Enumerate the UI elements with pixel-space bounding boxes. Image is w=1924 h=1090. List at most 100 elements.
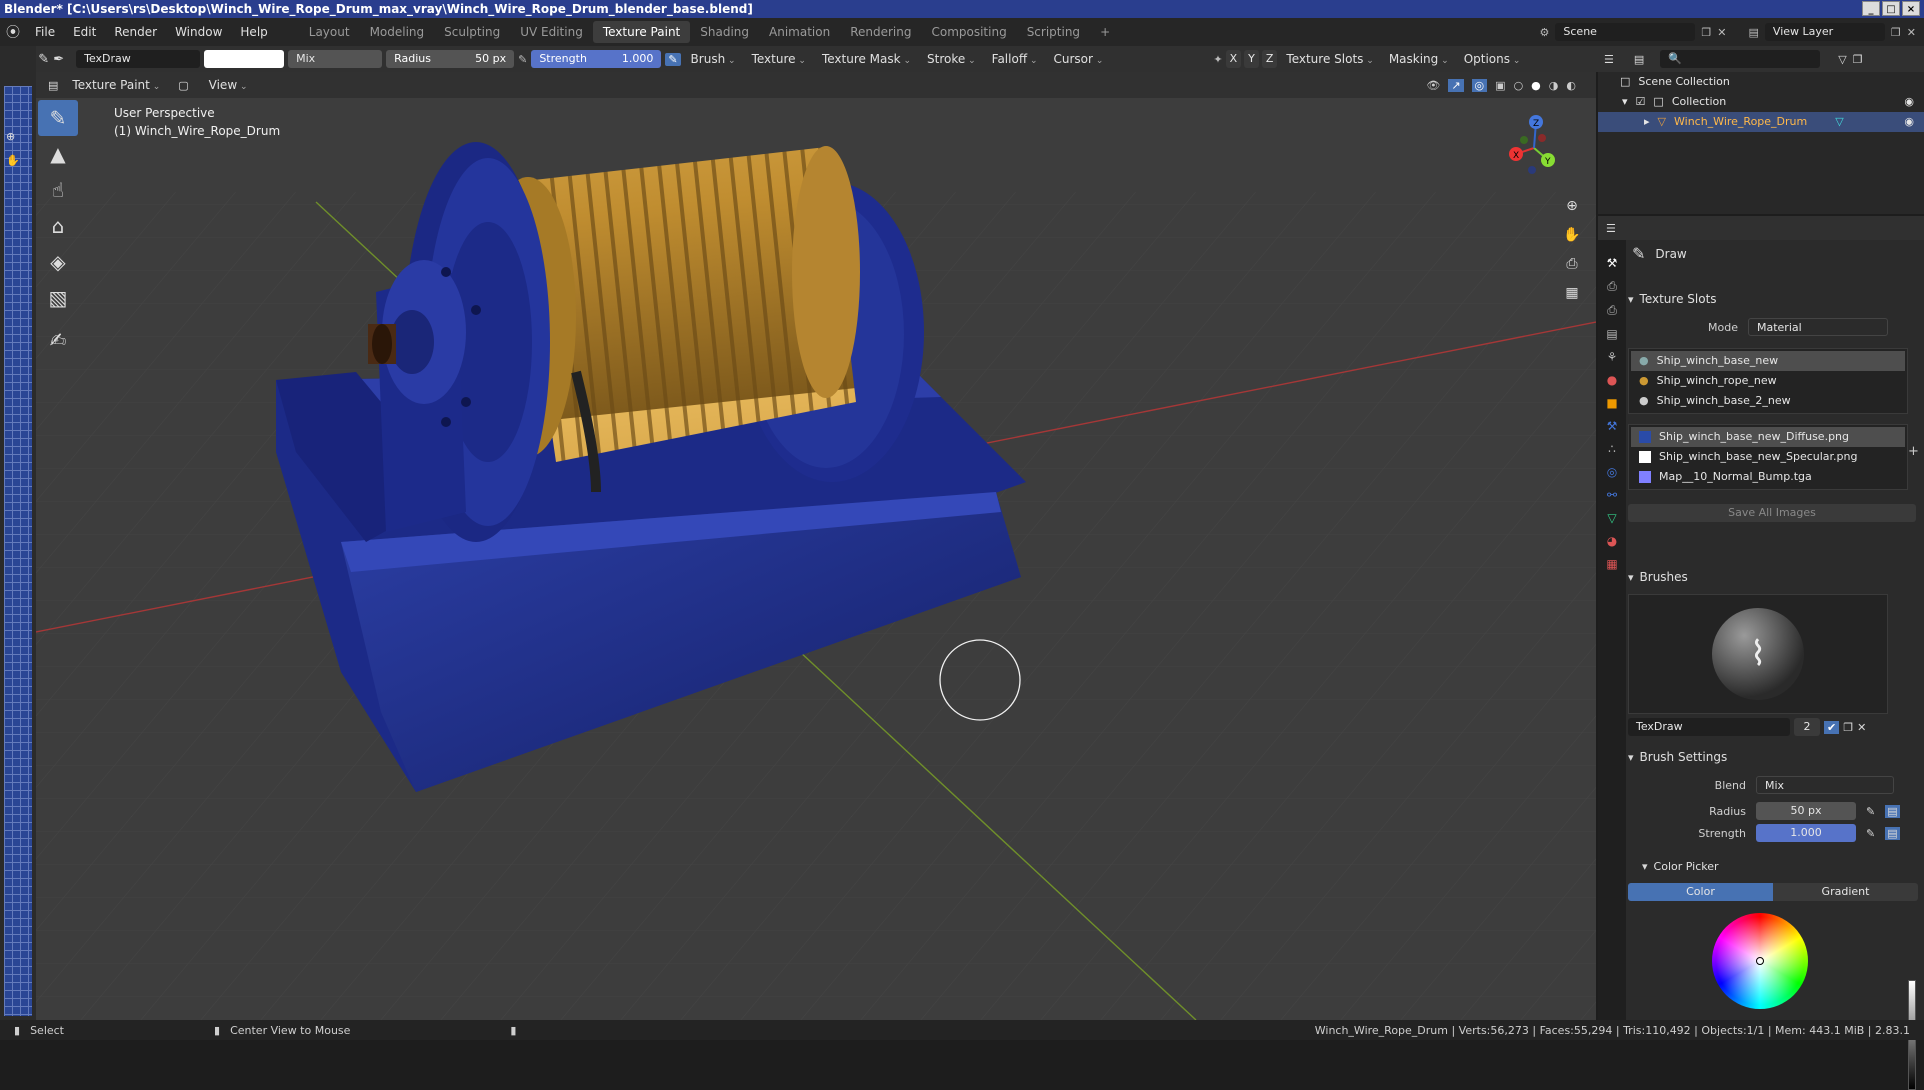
properties-editor-icon[interactable]: ☰ [1606,222,1616,235]
outliner-object-row[interactable]: ▸ ▽ Winch_Wire_Rope_Drum ▽ ◉ [1598,112,1924,132]
strength-unit-toggle-icon[interactable]: ▤ [1885,826,1900,840]
navigation-gizmo[interactable]: X Y Z [1502,110,1566,176]
ortho-toggle-icon[interactable]: ▦ [1562,279,1582,308]
brushes-header[interactable]: ▾ Brushes [1628,570,1920,584]
material-row-1[interactable]: ● Ship_winch_base_new [1631,351,1905,371]
material-row-2[interactable]: ● Ship_winch_rope_new [1631,371,1905,391]
constraints-tab-icon[interactable]: ⚯ [1607,488,1617,502]
gizmo-icon[interactable]: ↗ [1448,78,1464,92]
brush-users-count[interactable]: 2 [1794,718,1820,736]
shading-solid-icon[interactable]: ● [1531,79,1541,92]
outliner-scene-collection[interactable]: □ Scene Collection [1598,72,1924,92]
annotate-tool[interactable]: ✍ [38,322,78,358]
scene-icon[interactable]: ⚙ [1540,26,1550,39]
new-collection-icon[interactable]: ❐ [1853,53,1863,66]
tab-texture-paint[interactable]: Texture Paint [592,21,691,43]
strength-slider[interactable]: Strength 1.000 [531,50,662,68]
fill-tool[interactable]: ◈ [38,244,78,280]
close-button[interactable]: × [1902,1,1920,16]
shading-rendered-icon[interactable]: ◐ [1566,79,1576,92]
radius-slider[interactable]: Radius 50 px [386,50,515,68]
color-picker-header[interactable]: ▾ Color Picker [1628,860,1920,873]
mode-icon[interactable]: ▤ [48,79,58,92]
symmetry-icon[interactable]: ✦ [1213,53,1222,66]
add-workspace-button[interactable]: + [1090,21,1120,43]
tool-tab-icon[interactable]: ⚒ [1607,256,1618,270]
tool-icon[interactable]: ✎ [38,52,49,67]
new-scene-icon[interactable]: ❐ [1701,26,1711,39]
camera-view-icon[interactable]: ⎙ [1562,250,1582,279]
tab-gradient[interactable]: Gradient [1773,883,1918,901]
view-menu[interactable]: View [203,78,254,92]
blend-select[interactable]: Mix [1756,776,1894,794]
mode-select[interactable]: Material [1748,318,1888,336]
object-eye-icon[interactable]: ◉ [1904,112,1914,132]
smear-tool[interactable]: ☝ [38,172,78,208]
brush-name-field[interactable]: TexDraw [76,50,201,68]
radius-unit-toggle-icon[interactable]: ▤ [1885,804,1900,818]
brush-settings-header[interactable]: ▾ Brush Settings [1628,750,1920,764]
brush-datablock-field[interactable]: TexDraw [1628,718,1790,736]
outliner-editor-icon[interactable]: ☰ [1604,53,1614,66]
zoom-view-icon[interactable]: ⊕ [1562,192,1582,221]
collection-eye-icon[interactable]: ◉ [1904,92,1914,112]
tab-layout[interactable]: Layout [299,21,360,43]
expand-object-icon[interactable]: ▸ [1644,112,1650,132]
fake-user-shield-icon[interactable]: ✔ [1824,720,1840,734]
overlays-icon[interactable]: ◎ [1471,78,1488,92]
menu-stroke[interactable]: Stroke [921,52,982,66]
outliner-collection[interactable]: ▾ ☑ □ Collection ◉ [1598,92,1924,112]
viewport-scene[interactable] [36,72,1596,1020]
outliner-search-input[interactable]: 🔍 [1660,50,1821,68]
brush-preview[interactable]: ⌇ [1628,594,1888,714]
radius-setting-slider[interactable]: 50 px [1756,802,1856,820]
world-tab-icon[interactable]: ● [1607,373,1617,387]
material-row-3[interactable]: ● Ship_winch_base_2_new [1631,391,1905,411]
clone-tool[interactable]: ⌂ [38,208,78,244]
data-tab-icon[interactable]: ▽ [1607,511,1616,525]
view-layer-tab-icon[interactable]: ▤ [1606,327,1617,341]
mask-toggle-icon[interactable]: ▢ [178,79,188,92]
brush-color-swatch[interactable] [204,50,285,68]
shading-wireframe-icon[interactable]: ○ [1514,79,1524,92]
maximize-button[interactable]: □ [1882,1,1900,16]
menu-brush[interactable]: Brush [685,52,742,66]
menu-help[interactable]: Help [231,25,276,39]
tab-scripting[interactable]: Scripting [1017,21,1090,43]
menu-edit[interactable]: Edit [64,25,105,39]
tab-shading[interactable]: Shading [690,21,759,43]
scene-field[interactable]: Scene [1555,23,1696,41]
brush-icon[interactable]: ✒ [53,52,64,67]
menu-texture[interactable]: Texture [746,52,812,66]
3d-viewport[interactable] [36,72,1596,1020]
remove-scene-icon[interactable]: ✕ [1717,26,1726,39]
display-mode-icon[interactable]: ▤ [1634,53,1644,66]
view-layer-field[interactable]: View Layer [1764,23,1885,41]
view-layer-icon[interactable]: ▤ [1749,26,1759,39]
minimize-button[interactable]: _ [1862,1,1880,16]
zoom-icon[interactable]: ⊕ [6,130,15,143]
radius-pressure-icon[interactable]: ✎ [518,53,527,66]
tab-uv-editing[interactable]: UV Editing [510,21,593,43]
tab-color[interactable]: Color [1628,883,1773,901]
menu-render[interactable]: Render [105,25,166,39]
particles-tab-icon[interactable]: ∴ [1608,442,1616,456]
shading-material-icon[interactable]: ◑ [1549,79,1559,92]
strength-setting-slider[interactable]: 1.000 [1756,824,1856,842]
image-row-3[interactable]: Map__10_Normal_Bump.tga [1631,467,1905,487]
menu-texture-slots[interactable]: Texture Slots [1280,52,1379,66]
pan-view-icon[interactable]: ✋ [1562,221,1582,250]
unlink-brush-icon[interactable]: ✕ [1857,721,1866,734]
tab-compositing[interactable]: Compositing [921,21,1016,43]
material-tab-icon[interactable]: ◕ [1607,534,1617,548]
strength-pressure-toggle-icon[interactable]: ✎ [1866,827,1875,840]
add-image-icon[interactable]: + [1908,444,1919,459]
tab-animation[interactable]: Animation [759,21,840,43]
menu-texture-mask[interactable]: Texture Mask [816,52,917,66]
tab-rendering[interactable]: Rendering [840,21,921,43]
radius-pressure-toggle-icon[interactable]: ✎ [1866,805,1875,818]
texture-slots-header[interactable]: ▾ Texture Slots [1628,292,1920,306]
scene-tab-icon[interactable]: ⚘ [1607,350,1618,364]
output-tab-icon[interactable]: ⎙ [1607,303,1617,318]
blender-logo-icon[interactable]: ⦿ [0,22,26,42]
